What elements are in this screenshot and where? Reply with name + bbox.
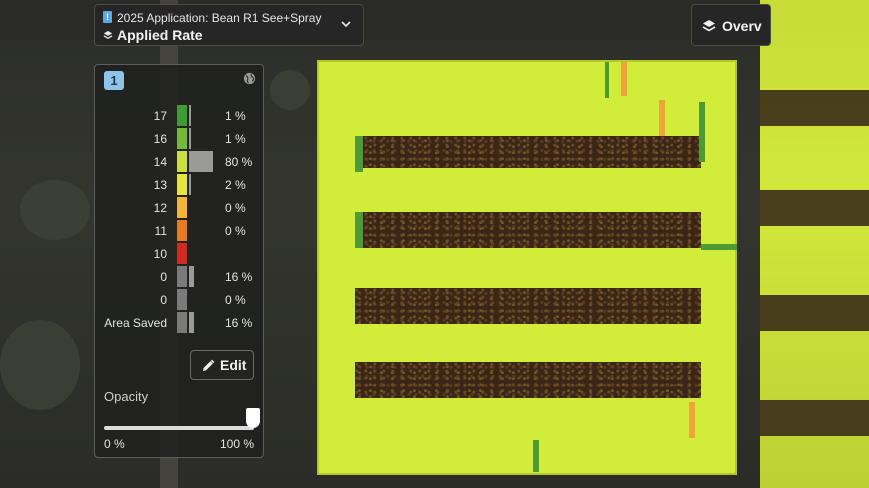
skipped-strip bbox=[760, 400, 869, 436]
color-swatch bbox=[177, 312, 187, 333]
layer-number-badge: 1 bbox=[104, 71, 124, 90]
applied-rate-field[interactable] bbox=[317, 60, 737, 475]
legend-row: 12 0 % bbox=[95, 197, 263, 219]
rate-label: 0 bbox=[160, 270, 167, 284]
skipped-strip bbox=[355, 136, 701, 168]
skipped-strip bbox=[760, 90, 869, 126]
rate-16-mark bbox=[701, 244, 737, 250]
chevron-down-icon[interactable] bbox=[341, 19, 351, 29]
globe-icon[interactable] bbox=[243, 72, 256, 85]
color-swatch bbox=[177, 243, 187, 264]
overview-button[interactable]: Overv bbox=[691, 4, 771, 46]
layers-icon bbox=[702, 20, 716, 32]
legend-row: 14 80 % bbox=[95, 151, 263, 173]
rate-label: 0 bbox=[160, 293, 167, 307]
opacity-slider-thumb[interactable] bbox=[246, 408, 260, 428]
map-tree-cluster bbox=[0, 320, 80, 410]
map-tree-cluster bbox=[270, 70, 310, 110]
percent-bar bbox=[189, 266, 194, 287]
rate-label: 16 bbox=[153, 132, 167, 146]
legend-row: Area Saved 16 % bbox=[95, 312, 263, 334]
layers-icon bbox=[103, 30, 113, 40]
application-title: 2025 Application: Bean R1 See+Spray bbox=[117, 11, 322, 25]
rate-label: 17 bbox=[153, 109, 167, 123]
legend-row: 0 16 % bbox=[95, 266, 263, 288]
legend-row: 13 2 % bbox=[95, 174, 263, 196]
rate-12-mark bbox=[689, 402, 695, 438]
color-swatch bbox=[177, 289, 187, 310]
color-swatch bbox=[177, 266, 187, 287]
skipped-strip bbox=[355, 362, 701, 398]
pencil-icon bbox=[203, 359, 215, 371]
color-swatch bbox=[177, 151, 187, 172]
percent-value: 1 % bbox=[225, 132, 246, 146]
adjacent-field-preview bbox=[760, 0, 869, 488]
skipped-strip bbox=[760, 190, 869, 226]
rate-16-mark bbox=[699, 102, 705, 162]
legend-row: 10 bbox=[95, 243, 263, 265]
percent-bar bbox=[189, 105, 191, 126]
opacity-slider-track[interactable] bbox=[104, 426, 254, 430]
percent-value: 0 % bbox=[225, 201, 246, 215]
legend-row: 16 1 % bbox=[95, 128, 263, 150]
skipped-strip bbox=[760, 295, 869, 331]
map-tree-cluster bbox=[20, 180, 90, 240]
document-icon: ! bbox=[103, 11, 112, 23]
color-swatch bbox=[177, 174, 187, 195]
legend-row: 17 1 % bbox=[95, 105, 263, 127]
application-layer-selector[interactable]: ! 2025 Application: Bean R1 See+Spray Ap… bbox=[94, 4, 364, 46]
rate-label: Area Saved bbox=[104, 316, 167, 330]
rate-17-mark bbox=[355, 212, 363, 248]
color-swatch bbox=[177, 220, 187, 241]
rate-label: 10 bbox=[153, 247, 167, 261]
percent-value: 1 % bbox=[225, 109, 246, 123]
legend-panel: 1 17 1 % 16 1 % 14 80 % 13 2 % 12 0 % 11… bbox=[94, 64, 264, 458]
edit-label: Edit bbox=[220, 357, 247, 373]
percent-bar bbox=[189, 151, 213, 172]
percent-value: 16 % bbox=[225, 316, 253, 330]
rate-17-mark bbox=[355, 136, 363, 172]
rate-16-mark bbox=[605, 62, 609, 98]
legend-row: 11 0 % bbox=[95, 220, 263, 242]
percent-bar bbox=[189, 312, 194, 333]
color-swatch bbox=[177, 105, 187, 126]
rate-12-mark bbox=[659, 100, 665, 136]
opacity-label: Opacity bbox=[104, 389, 149, 404]
layer-label: Applied Rate bbox=[117, 27, 203, 43]
opacity-min-label: 0 % bbox=[104, 437, 125, 451]
rate-12-mark bbox=[621, 62, 627, 96]
percent-value: 0 % bbox=[225, 224, 246, 238]
rate-label: 11 bbox=[154, 224, 167, 238]
rate-label: 13 bbox=[153, 178, 167, 192]
color-swatch bbox=[177, 128, 187, 149]
percent-value: 80 % bbox=[225, 155, 253, 169]
percent-value: 0 % bbox=[225, 293, 246, 307]
percent-bar bbox=[189, 128, 191, 149]
edit-button[interactable]: Edit bbox=[190, 350, 254, 380]
rate-16-mark bbox=[533, 440, 539, 472]
percent-bar bbox=[189, 174, 191, 195]
opacity-max-label: 100 % bbox=[219, 437, 254, 451]
rate-label: 14 bbox=[153, 155, 167, 169]
percent-value: 2 % bbox=[225, 178, 246, 192]
color-swatch bbox=[177, 197, 187, 218]
percent-value: 16 % bbox=[225, 270, 253, 284]
overview-label: Overv bbox=[722, 18, 762, 34]
skipped-strip bbox=[355, 212, 701, 248]
rate-label: 12 bbox=[153, 201, 167, 215]
skipped-strip bbox=[355, 288, 701, 324]
legend-row: 0 0 % bbox=[95, 289, 263, 311]
